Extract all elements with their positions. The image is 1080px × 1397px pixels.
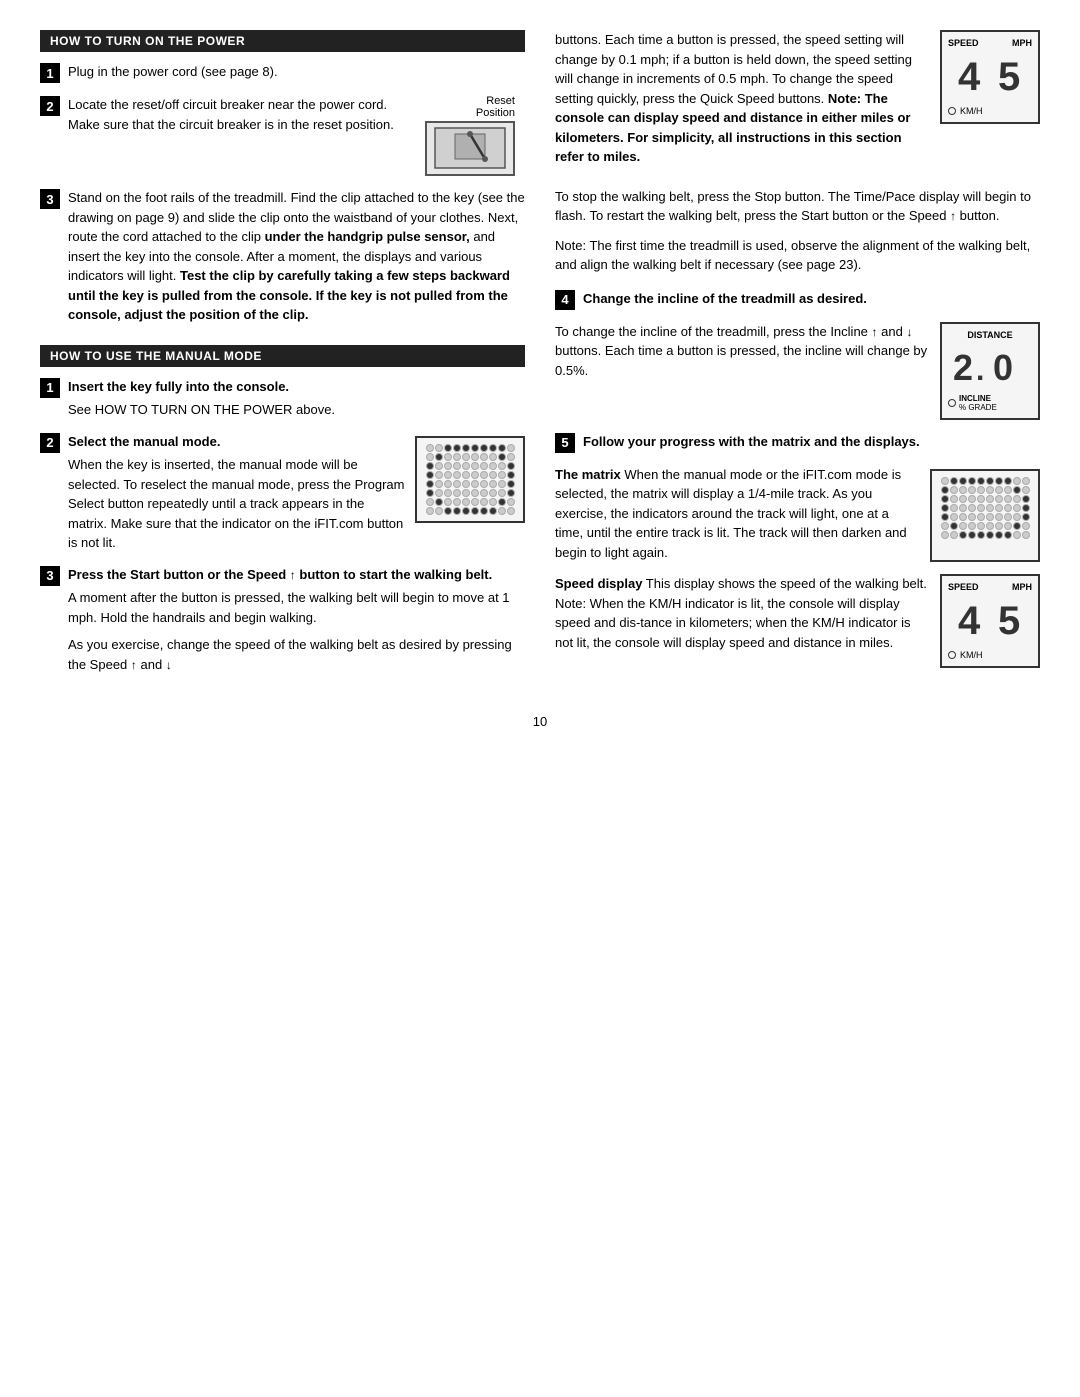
manual-step2-bold: Select the manual mode. — [68, 434, 220, 449]
speed-display-panel: SPEED MPH 4 5 KM/H — [940, 30, 1040, 175]
speed-display-section: Speed display This display shows the spe… — [555, 574, 1040, 668]
manual-step-num-1: 1 — [40, 378, 60, 398]
mph2-label: MPH — [1012, 582, 1032, 592]
kmh-label: KM/H — [960, 106, 983, 116]
section-manual-header: HOW TO USE THE MANUAL MODE — [40, 345, 525, 367]
speed2-label: SPEED — [948, 582, 979, 592]
step5-block: 5 Follow your progress with the matrix a… — [555, 432, 1040, 669]
svg-text:.: . — [976, 354, 986, 384]
manual-step-num-2: 2 — [40, 433, 60, 453]
speed-display-2: SPEED MPH 4 5 KM/H — [940, 574, 1040, 668]
circuit-breaker-svg — [430, 126, 510, 171]
step4-bold: Change the incline of the treadmill as d… — [583, 291, 867, 306]
power-step2: 2 Locate the reset/off circuit breaker n… — [40, 95, 525, 176]
note-para: Note: The first time the treadmill is us… — [555, 236, 1040, 275]
speed-number: 4 5 — [948, 50, 1032, 104]
step5: 5 Follow your progress with the matrix a… — [555, 432, 1040, 453]
reset-position-image: Reset Position — [415, 95, 525, 176]
distance-display: DISTANCE 2 . 0 INCLINE % GRADE — [940, 322, 1040, 420]
page-layout: HOW TO TURN ON THE POWER 1 Plug in the p… — [40, 30, 1040, 694]
right-intro-block: buttons. Each time a button is pressed, … — [555, 30, 1040, 175]
matrix-track-display — [930, 469, 1040, 563]
distance-header: DISTANCE — [948, 330, 1032, 340]
svg-text:5: 5 — [998, 55, 1022, 95]
manual-step-num-3: 3 — [40, 566, 60, 586]
section-power-header: HOW TO TURN ON THE POWER — [40, 30, 525, 52]
power-step3: 3 Stand on the foot rails of the treadmi… — [40, 188, 525, 325]
matrix-section: The matrix When the manual mode or the i… — [555, 465, 1040, 563]
power-step1: 1 Plug in the power cord (see page 8). — [40, 62, 525, 83]
svg-text:4: 4 — [958, 55, 982, 95]
step5-bold: Follow your progress with the matrix and… — [583, 434, 920, 449]
step5-num: 5 — [555, 433, 575, 453]
left-column: HOW TO TURN ON THE POWER 1 Plug in the p… — [40, 30, 525, 694]
manual-step2-text: When the key is inserted, the manual mod… — [68, 455, 405, 553]
manual-step1-text: See HOW TO TURN ON THE POWER above. — [68, 400, 525, 420]
stop-para: To stop the walking belt, press the Stop… — [555, 187, 1040, 226]
manual-step2: 2 Select the manual mode. When the key i… — [40, 432, 525, 553]
reset-box — [425, 121, 515, 176]
step4-num: 4 — [555, 290, 575, 310]
speed-display-label: Speed display — [555, 576, 642, 591]
svg-text:0: 0 — [993, 347, 1015, 384]
manual-step1-bold: Insert the key fully into the console. — [68, 379, 289, 394]
svg-text:4: 4 — [958, 599, 982, 639]
matrix-label: The matrix — [555, 467, 621, 482]
right-column: buttons. Each time a button is pressed, … — [555, 30, 1040, 694]
manual-step3: 3 Press the Start button or the Speed ↑ … — [40, 565, 525, 675]
power-step1-text: Plug in the power cord (see page 8). — [68, 62, 525, 82]
section-power: HOW TO TURN ON THE POWER 1 Plug in the p… — [40, 30, 525, 325]
matrix-display-img — [415, 436, 525, 523]
incline-dot — [948, 399, 956, 407]
page-number: 10 — [40, 714, 1040, 729]
manual-step3-text: A moment after the button is pressed, th… — [68, 588, 525, 627]
kmh-dot — [948, 107, 956, 115]
step-num-3: 3 — [40, 189, 60, 209]
grade-label: % GRADE — [959, 403, 997, 412]
speed-label: SPEED — [948, 38, 979, 48]
manual-step1: 1 Insert the key fully into the console.… — [40, 377, 525, 420]
reset-label: Reset — [486, 95, 515, 107]
svg-text:2: 2 — [953, 347, 975, 384]
position-label: Position — [476, 107, 515, 119]
mph-label: MPH — [1012, 38, 1032, 48]
power-step2-text: Locate the reset/off circuit breaker nea… — [68, 95, 405, 134]
step4-block: 4 Change the incline of the treadmill as… — [555, 289, 1040, 420]
power-step3-text: Stand on the foot rails of the treadmill… — [68, 188, 525, 325]
step-num-1: 1 — [40, 63, 60, 83]
svg-text:5: 5 — [998, 599, 1022, 639]
kmh-dot-2 — [948, 651, 956, 659]
section-manual: HOW TO USE THE MANUAL MODE 1 Insert the … — [40, 345, 525, 675]
kmh-label-2: KM/H — [960, 650, 983, 660]
step-num-2: 2 — [40, 96, 60, 116]
incline-label: INCLINE — [959, 394, 997, 403]
step4: 4 Change the incline of the treadmill as… — [555, 289, 1040, 310]
